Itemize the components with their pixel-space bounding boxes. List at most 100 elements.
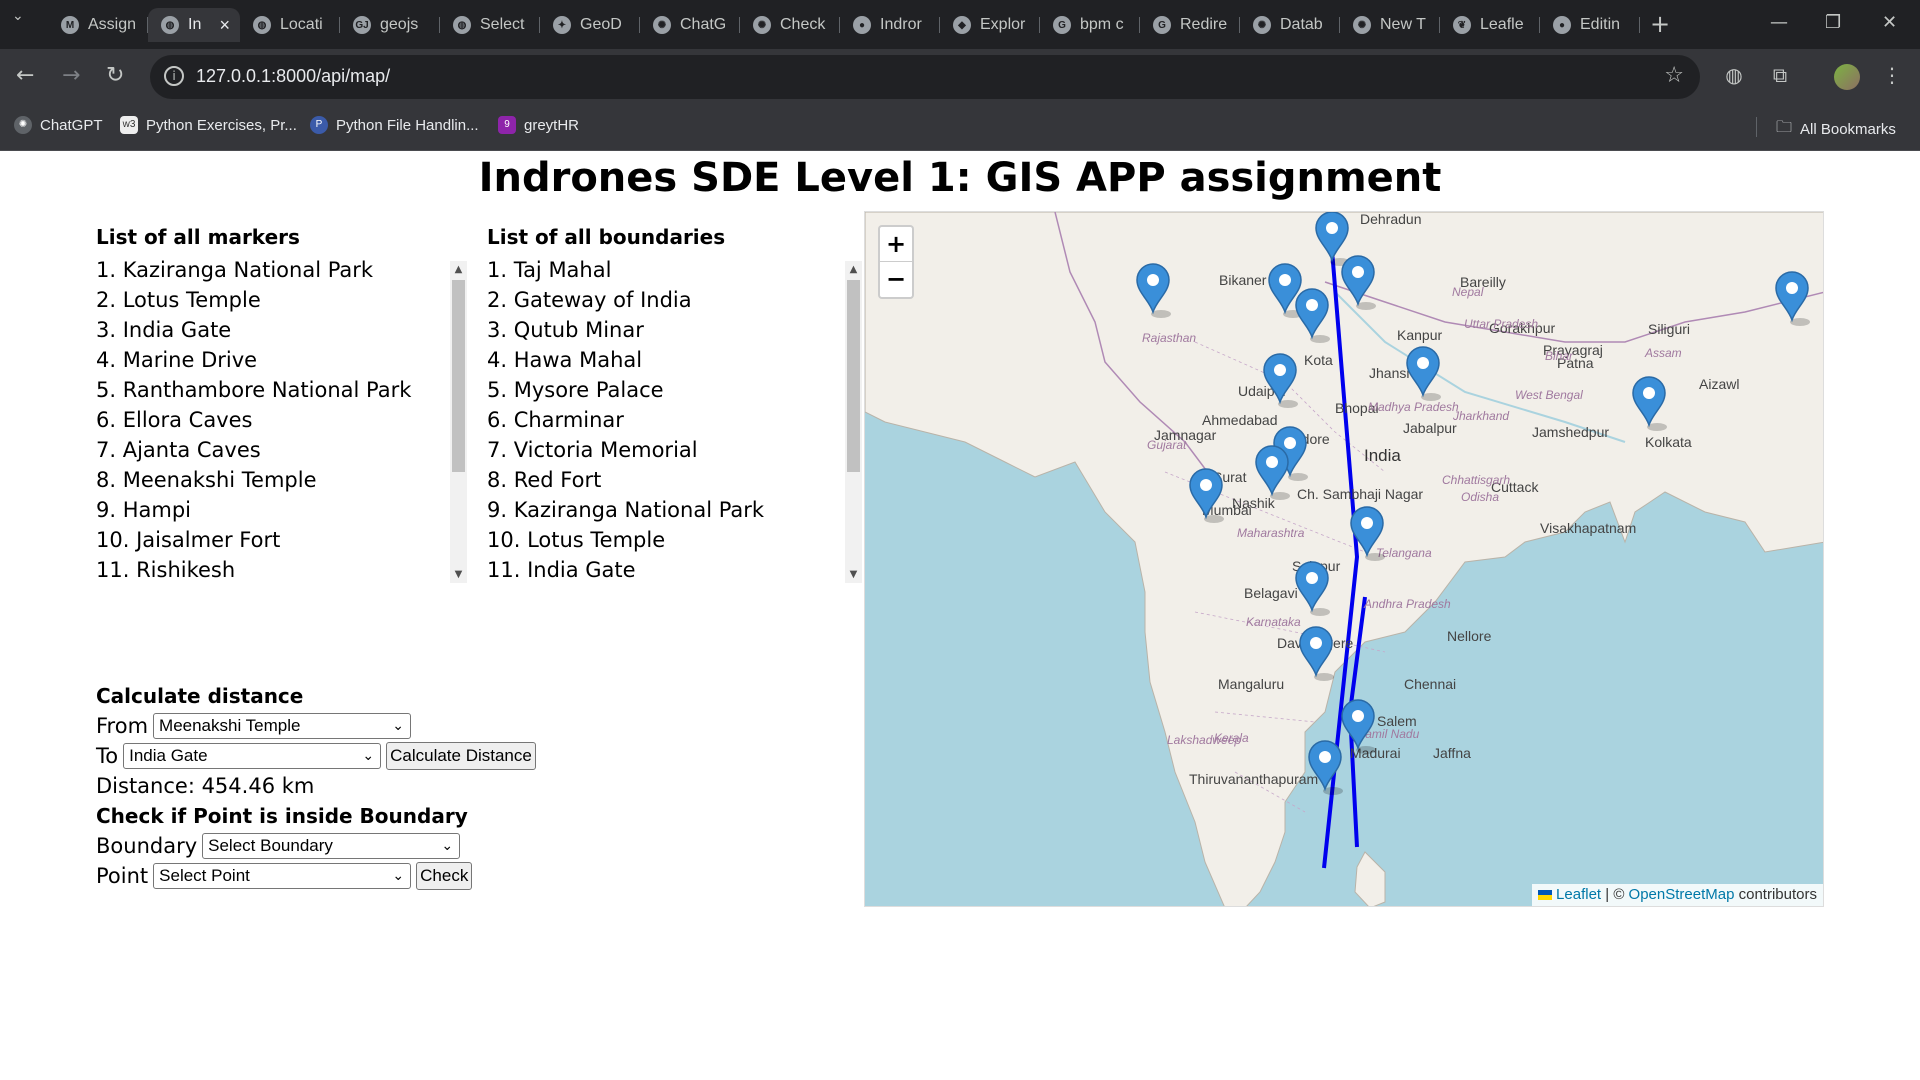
browser-tab[interactable]: ● Indror — [840, 8, 940, 42]
leaflet-map[interactable]: Dehradun Bikaner Bareilly Kanpur Gorakhpur Si… — [864, 211, 1824, 907]
list-item: 5. Mysore Palace — [487, 378, 664, 402]
bookmarks-bar: ✺ ChatGPT w3 Python Exercises, Pr... P P… — [0, 105, 1920, 151]
reload-icon[interactable]: ↻ — [106, 65, 124, 87]
minimize-icon[interactable]: — — [1770, 12, 1788, 33]
tab-title: Select — [480, 16, 525, 33]
chatgpt-icon: ✺ — [653, 16, 671, 34]
boundaries-list-panel[interactable]: List of all boundaries 1. Taj Mahal 2. Ga… — [487, 225, 842, 578]
list-item: 7. Ajanta Caves — [96, 438, 261, 462]
scroll-down-icon[interactable]: ▼ — [845, 566, 862, 583]
list-item: 3. India Gate — [96, 318, 232, 342]
zoom-out-button[interactable]: − — [880, 262, 912, 297]
bookmark-star-icon[interactable]: ☆ — [1664, 63, 1684, 88]
map-label: Jabalpur — [1403, 420, 1457, 436]
page-title: Indrones SDE Level 1: GIS APP assignment — [478, 155, 1442, 201]
browser-tab[interactable]: ◆ Explor — [940, 8, 1040, 42]
menu-icon[interactable]: ⋮ — [1880, 63, 1904, 87]
browser-tab[interactable]: ✺ Check — [740, 8, 840, 42]
url-text[interactable]: 127.0.0.1:8000/api/map/ — [196, 66, 390, 87]
boundaries-list[interactable]: 1. Taj Mahal 2. Gateway of India 3. Qutub … — [487, 255, 842, 578]
from-select[interactable]: Meenakshi Temple ⌄ — [153, 713, 412, 739]
browser-tab[interactable]: ✦ GeoD — [540, 8, 640, 42]
markers-list-panel[interactable]: List of all markers 1. Kaziranga Nationa… — [96, 225, 448, 578]
map-label: Kerala — [1214, 731, 1249, 745]
browser-tab[interactable]: ❦ Leafle — [1440, 8, 1540, 42]
list-item: 3. Qutub Minar — [487, 318, 644, 342]
bookmark-python-exercises[interactable]: w3 Python Exercises, Pr... — [120, 116, 297, 134]
browser-tab[interactable]: ✺ New T — [1340, 8, 1440, 42]
browser-tab[interactable]: ● Editin — [1540, 8, 1640, 42]
leaflet-link[interactable]: Leaflet — [1556, 886, 1601, 903]
boundary-select[interactable]: Select Boundary ⌄ — [202, 833, 461, 859]
map-label: India — [1364, 446, 1401, 465]
address-bar[interactable]: i 127.0.0.1:8000/api/map/ ☆ — [150, 55, 1700, 99]
check-button[interactable]: Check — [416, 862, 473, 890]
attribution-separator: | © — [1601, 886, 1629, 903]
bookmark-greythr[interactable]: 9 greytHR — [498, 116, 579, 134]
scroll-down-icon[interactable]: ▼ — [450, 566, 467, 583]
close-tab-icon[interactable]: × — [219, 15, 230, 36]
scroll-up-icon[interactable]: ▲ — [845, 261, 862, 278]
boundary-select-value: Select Boundary — [208, 836, 333, 855]
map-label: Kota — [1304, 352, 1333, 368]
scroll-up-icon[interactable]: ▲ — [450, 261, 467, 278]
markers-heading: List of all markers — [96, 225, 300, 249]
browser-tab-bar: ⌄ M Assign ◍ In × ◍ Locati GJ geojs ◍ Select ✦ GeoD ✺… — [0, 0, 1920, 49]
map-label: Aizawl — [1699, 376, 1739, 392]
attribution-tail: contributors — [1734, 886, 1817, 903]
distance-result: Distance: 454.46 km — [96, 774, 315, 798]
tab-title: Locati — [280, 16, 323, 33]
browser-tab[interactable]: ✺ Datab — [1240, 8, 1340, 42]
map-label: Dehradun — [1360, 212, 1422, 227]
tab-search-icon[interactable]: ⌄ — [12, 8, 26, 24]
browser-tab[interactable]: Gbpm c — [1040, 8, 1140, 42]
point-select[interactable]: Select Point ⌄ — [153, 863, 412, 889]
tab-title: bpm c — [1080, 16, 1124, 33]
scroll-thumb[interactable] — [452, 280, 465, 472]
bookmark-label: greytHR — [524, 116, 580, 134]
markers-list[interactable]: 1. Kaziranga National Park 2. Lotus Templ… — [96, 255, 448, 578]
new-tab-icon[interactable]: + — [1650, 10, 1670, 38]
scroll-thumb[interactable] — [847, 280, 860, 472]
restore-icon[interactable]: ❐ — [1825, 12, 1841, 33]
boundaries-scrollbar[interactable]: ▲ ▼ — [845, 261, 862, 583]
map-label: Madhya Pradesh — [1368, 400, 1459, 414]
browser-tab[interactable]: GJ geojs — [340, 8, 440, 42]
extensions-icon[interactable]: ⧉ — [1768, 63, 1792, 87]
map-label: Ahmedabad — [1202, 412, 1278, 428]
site-info-icon[interactable]: i — [164, 66, 184, 86]
back-icon[interactable]: ← — [16, 65, 34, 87]
browser-tab[interactable]: G Redire — [1140, 8, 1240, 42]
browser-tab[interactable]: ◍ In × — [148, 8, 240, 42]
map-label: Chennai — [1404, 676, 1456, 692]
tab-title: Check — [780, 16, 826, 33]
from-row: From Meenakshi Temple ⌄ — [96, 711, 856, 741]
close-window-icon[interactable]: ✕ — [1882, 12, 1897, 33]
browser-tab[interactable]: ✺ ChatG — [640, 8, 740, 42]
forms-panel: Calculate distance From Meenakshi Temple… — [96, 681, 856, 891]
browser-tab[interactable]: ◍ Locati — [240, 8, 340, 42]
translate-icon[interactable]: ◍ — [1722, 63, 1746, 87]
bookmark-chatgpt[interactable]: ✺ ChatGPT — [14, 116, 103, 134]
to-select[interactable]: India Gate ⌄ — [123, 743, 382, 769]
zoom-in-button[interactable]: + — [880, 227, 912, 262]
globe-icon: ◍ — [253, 16, 271, 34]
browser-tab[interactable]: M Assign — [48, 8, 148, 42]
markers-scrollbar[interactable]: ▲ ▼ — [450, 261, 467, 583]
bookmark-label: Python Exercises, Pr... — [146, 116, 297, 134]
list-item: 11. India Gate — [487, 558, 636, 578]
map-label: Nepal — [1452, 285, 1484, 299]
forward-icon[interactable]: → — [62, 65, 80, 87]
list-item: 6. Ellora Caves — [96, 408, 253, 432]
google-icon: G — [1153, 16, 1171, 34]
map-tiles[interactable]: DehradunBikaner BareillyKanpur Gorakhpur Si… — [865, 212, 1824, 907]
all-bookmarks[interactable]: 🗀 All Bookmarks — [1776, 116, 1896, 143]
calculate-distance-button[interactable]: Calculate Distance — [386, 742, 536, 770]
browser-tab[interactable]: ◍ Select — [440, 8, 540, 42]
map-label: Jamshedpur — [1532, 424, 1609, 440]
bookmark-python-file-handling[interactable]: P Python File Handlin... — [310, 116, 479, 134]
osm-link[interactable]: OpenStreetMap — [1629, 886, 1735, 903]
check-heading: Check if Point is inside Boundary — [96, 804, 468, 828]
list-item: 7. Victoria Memorial — [487, 438, 698, 462]
profile-avatar[interactable] — [1834, 64, 1860, 90]
